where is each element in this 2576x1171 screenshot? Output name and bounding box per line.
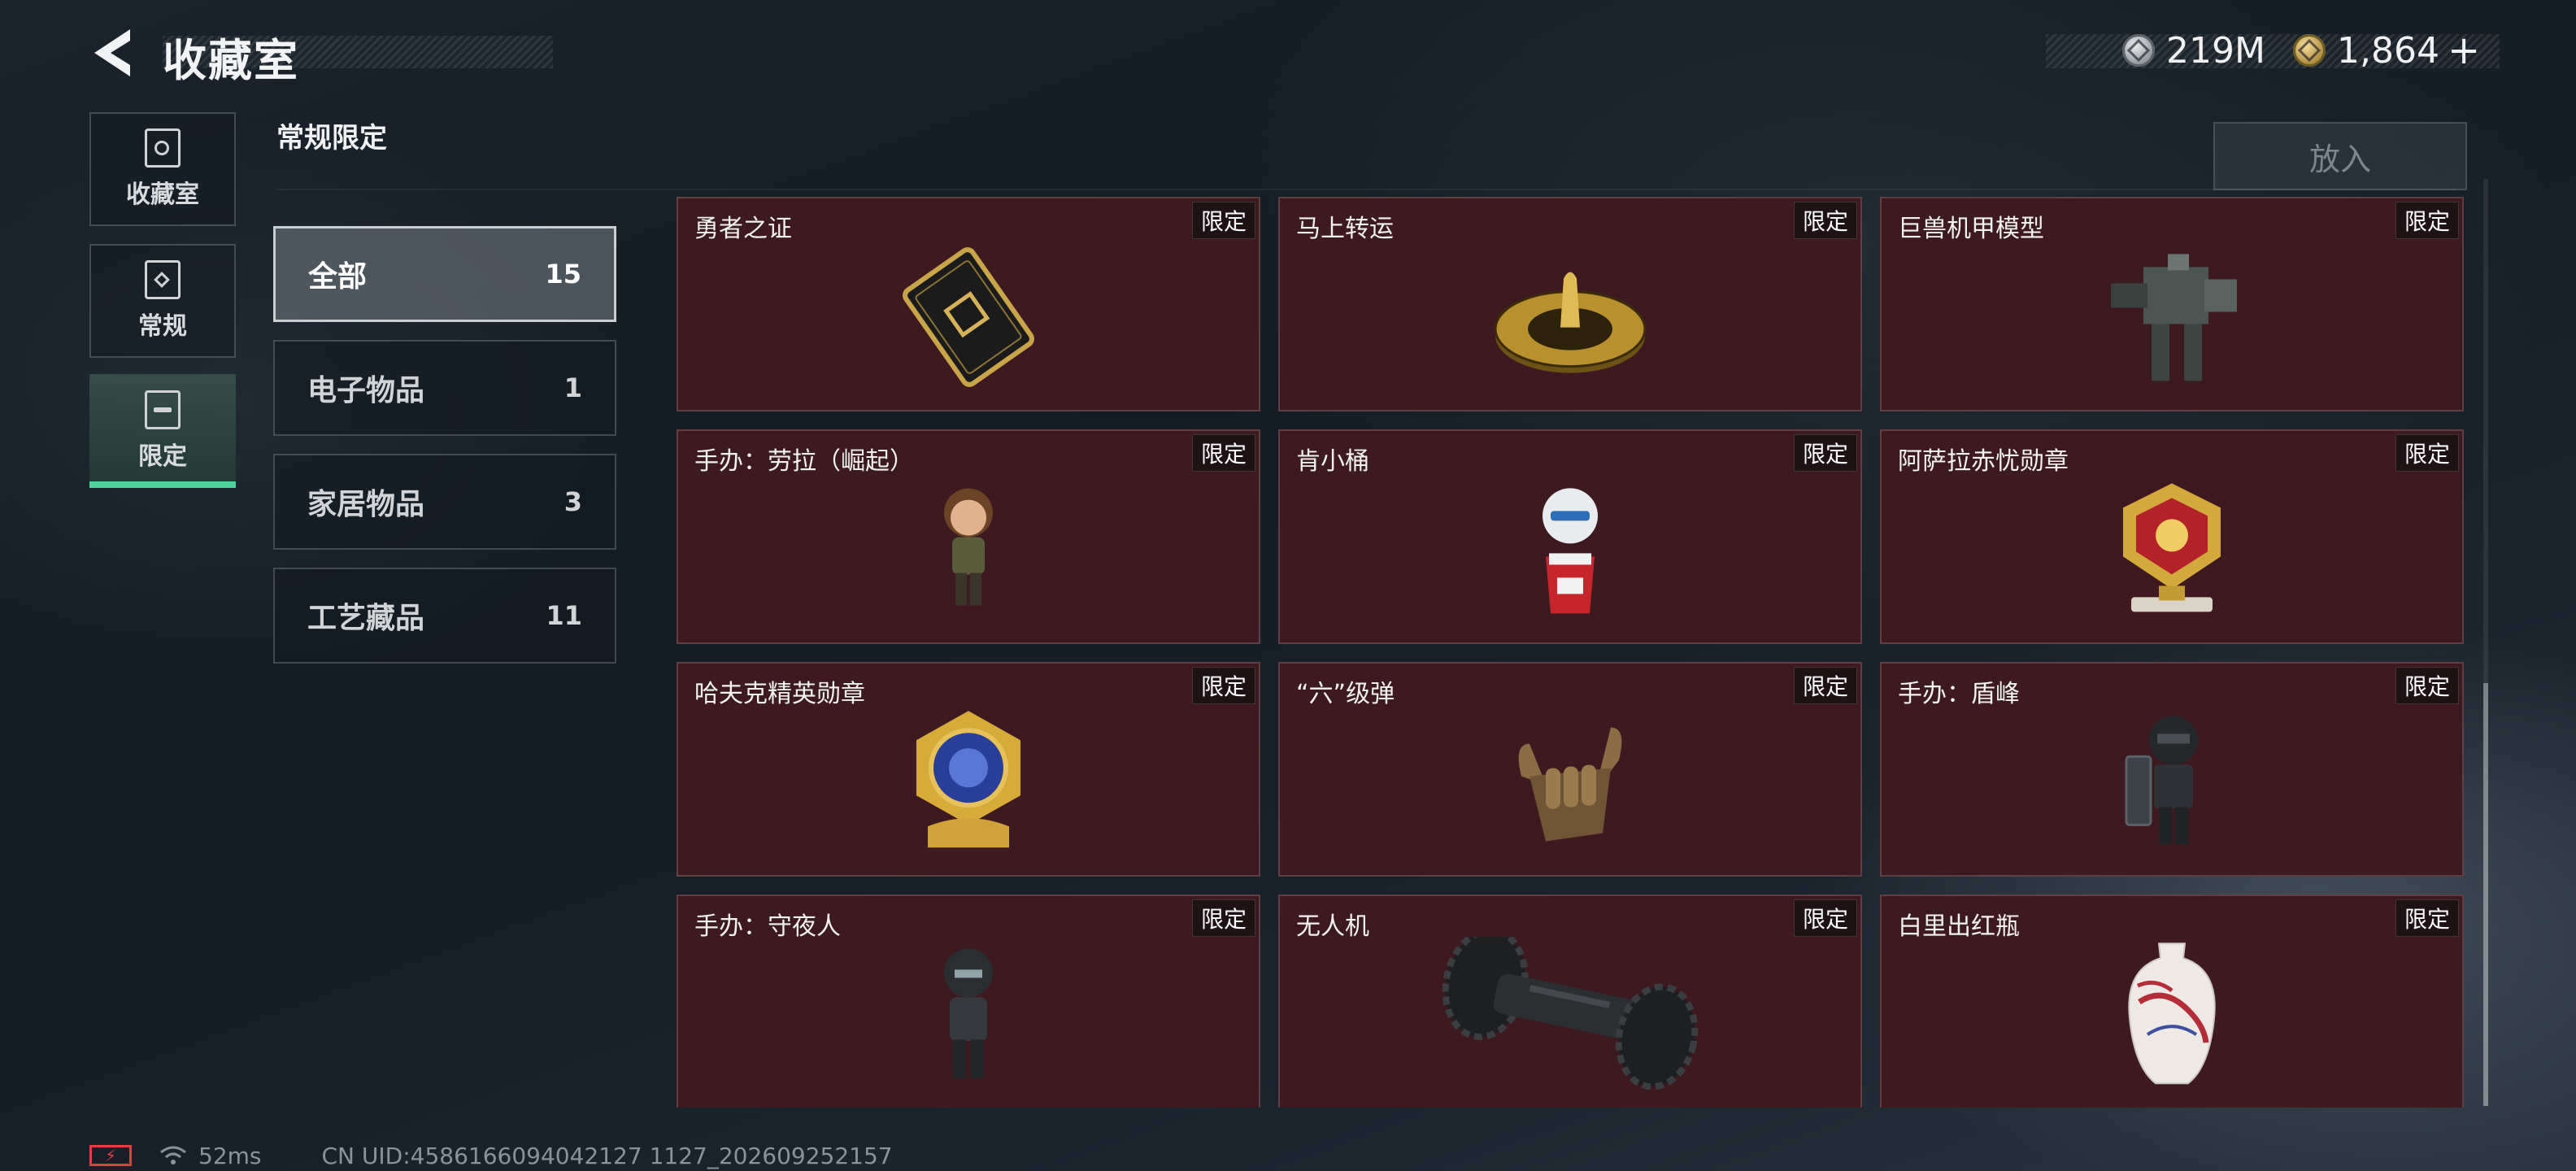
- drone-icon: [1442, 937, 1699, 1090]
- limited-badge: 限定: [1794, 899, 1857, 937]
- item-card[interactable]: 巨兽机甲模型 限定: [1880, 197, 2464, 411]
- limited-badge: 限定: [1192, 434, 1255, 472]
- uid-text: CN UID:4586166094042127 1127_20260925215…: [321, 1142, 893, 1169]
- silver-amount: 219M: [2166, 29, 2265, 72]
- category-name: 家居物品: [307, 488, 425, 521]
- item-card[interactable]: 手办：守夜人 限定: [677, 895, 1260, 1108]
- back-button[interactable]: [88, 24, 137, 81]
- category-name: 工艺藏品: [307, 602, 425, 635]
- limited-badge: 限定: [1794, 667, 1857, 704]
- silver-currency: 219M: [2122, 24, 2265, 76]
- lara-figure-icon: [944, 488, 993, 606]
- item-title: 巨兽机甲模型: [1898, 215, 2044, 243]
- section-divider: [276, 189, 2456, 190]
- category-name: 全部: [308, 260, 368, 294]
- nav-tab-limited[interactable]: 限定: [89, 374, 236, 488]
- category-crafts[interactable]: 工艺藏品 11: [273, 568, 616, 664]
- ping-value: 52ms: [198, 1142, 262, 1169]
- nav-tab-label: 收藏室: [126, 181, 199, 209]
- item-card[interactable]: 勇者之证 限定: [677, 197, 1260, 411]
- gold-coin-icon: [2293, 34, 2326, 67]
- limited-badge: 限定: [1192, 202, 1255, 239]
- mech-model-icon: [2111, 254, 2237, 381]
- item-card[interactable]: 阿萨拉赤忧勋章 限定: [1880, 429, 2464, 644]
- nav-tab-collection[interactable]: 收藏室: [89, 112, 236, 226]
- item-card[interactable]: 手办：盾峰 限定: [1880, 662, 2464, 877]
- category-name: 电子物品: [307, 374, 425, 407]
- item-card[interactable]: 马上转运 限定: [1278, 197, 1862, 411]
- nav-tab-label: 常规: [138, 312, 187, 341]
- grid-scrollbar[interactable]: [2483, 179, 2488, 1106]
- limited-icon: [145, 390, 181, 429]
- item-card[interactable]: 肯小桶 限定: [1278, 429, 1862, 644]
- item-title: 手办：盾峰: [1898, 680, 2020, 708]
- section-title: 常规限定: [276, 122, 387, 155]
- item-title: 白里出红瓶: [1898, 912, 2020, 941]
- category-count: 11: [546, 600, 582, 631]
- item-title: 手办：守夜人: [694, 912, 841, 941]
- limited-badge: 限定: [1794, 202, 1857, 239]
- item-grid: 勇者之证 限定 马上转运 限定 巨兽机甲模型 限定 手办：劳拉（崛起） 限定 肯…: [677, 197, 2465, 1108]
- limited-badge: 限定: [1192, 899, 1255, 937]
- item-title: 阿萨拉赤忧勋章: [1898, 447, 2069, 476]
- limited-badge: 限定: [2395, 434, 2459, 472]
- bullet-hand-icon: [1518, 727, 1622, 842]
- nav-tab-label: 限定: [138, 442, 187, 471]
- place-in-button[interactable]: 放入: [2213, 122, 2467, 190]
- regular-icon: [145, 260, 181, 299]
- category-count: 3: [564, 486, 582, 517]
- active-tab-indicator: [89, 481, 236, 488]
- item-card[interactable]: 哈夫克精英勋章 限定: [677, 662, 1260, 877]
- limited-badge: 限定: [1794, 434, 1857, 472]
- vase-icon: [2128, 942, 2216, 1085]
- silver-coin-icon: [2122, 34, 2155, 67]
- blue-medal-icon: [916, 711, 1020, 848]
- limited-badge: 限定: [2395, 202, 2459, 239]
- item-title: “六”级弹: [1296, 680, 1395, 708]
- item-card[interactable]: 白里出红瓶 限定: [1880, 895, 2464, 1108]
- item-title: 勇者之证: [694, 215, 792, 243]
- page-title: 收藏室: [163, 35, 299, 86]
- category-count: 1: [564, 372, 582, 403]
- battery-charging-icon: ⚡: [89, 1145, 132, 1166]
- category-all[interactable]: 全部 15: [273, 226, 616, 322]
- category-electronics[interactable]: 电子物品 1: [273, 340, 616, 436]
- red-medal-icon: [2123, 483, 2221, 612]
- back-arrow-icon: [94, 29, 130, 76]
- spinner-disc-icon: [1494, 272, 1647, 373]
- gold-amount: 1,864: [2337, 29, 2439, 72]
- item-title: 手办：劳拉（崛起）: [694, 447, 914, 476]
- category-home[interactable]: 家居物品 3: [273, 454, 616, 550]
- item-title: 肯小桶: [1296, 447, 1369, 476]
- nav-tab-regular[interactable]: 常规: [89, 244, 236, 358]
- shield-figure-icon: [2125, 716, 2198, 845]
- item-card[interactable]: “六”级弹 限定: [1278, 662, 1862, 877]
- item-title: 哈夫克精英勋章: [694, 680, 865, 708]
- status-footer: ⚡ 52ms CN UID:4586166094042127 1127_2026…: [89, 1142, 893, 1169]
- item-title: 无人机: [1296, 912, 1369, 941]
- wifi-icon: [160, 1146, 186, 1164]
- item-card[interactable]: 手办：劳拉（崛起） 限定: [677, 429, 1260, 644]
- card-icon: [903, 247, 1034, 387]
- nightwatch-figure-icon: [944, 948, 993, 1079]
- collection-icon: [145, 128, 181, 168]
- category-count: 15: [545, 259, 581, 289]
- colonel-figure-icon: [1543, 488, 1598, 614]
- add-currency-button[interactable]: +: [2448, 28, 2480, 73]
- limited-badge: 限定: [1192, 667, 1255, 704]
- item-title: 马上转运: [1296, 215, 1394, 243]
- limited-badge: 限定: [2395, 667, 2459, 704]
- item-card[interactable]: 无人机 限定: [1278, 895, 1862, 1108]
- gold-currency: 1,864 +: [2293, 24, 2480, 76]
- scrollbar-thumb[interactable]: [2483, 683, 2488, 1106]
- limited-badge: 限定: [2395, 899, 2459, 937]
